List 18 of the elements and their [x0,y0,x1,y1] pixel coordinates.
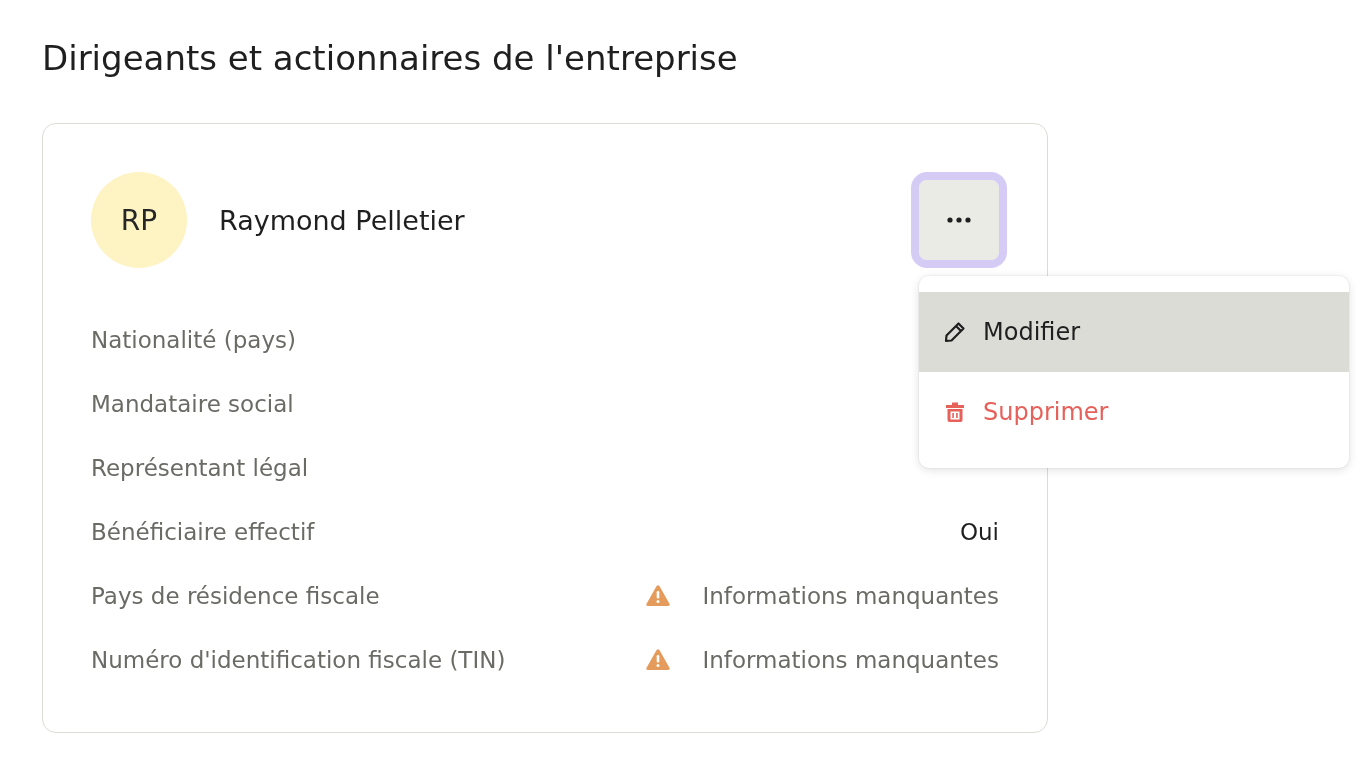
field-label: Représentant légal [91,455,309,481]
menu-item[interactable]: Modifier [919,292,1349,372]
warning-icon [646,649,671,671]
field-value: Informations manquantes [702,583,999,609]
field-label: Pays de résidence fiscale [91,583,380,609]
more-options-button[interactable] [911,172,1007,268]
warning-icon [646,585,671,607]
field-label: Numéro d'identification fiscale (TIN) [91,647,506,673]
field-value: Informations manquantes [702,647,999,673]
field-label: Bénéficiaire effectif [91,519,315,545]
field-label: Mandataire social [91,391,294,417]
field-value: Oui [959,519,999,545]
section-title: Dirigeants et actionnaires de l'entreprise [42,37,738,78]
trash-icon [943,400,967,424]
avatar: RP [91,172,187,268]
person-name: Raymond Pelletier [219,204,466,236]
pencil-icon [943,320,967,344]
more-icon [947,217,971,223]
